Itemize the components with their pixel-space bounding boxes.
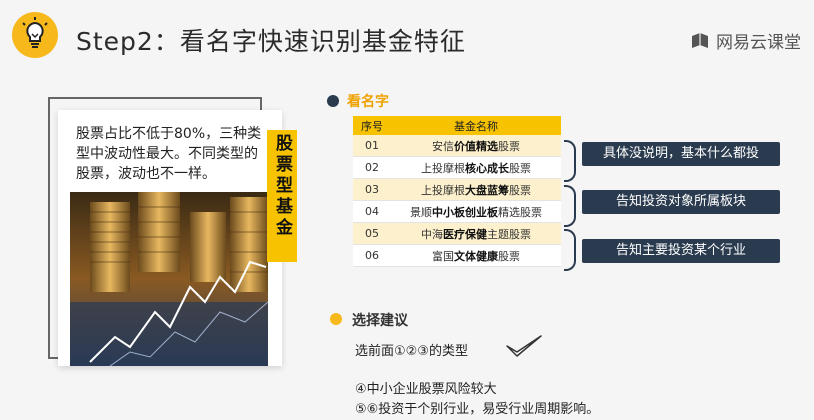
fund-table: 序号 基金名称 01 安信价值精选股票 02 上投摩根核心成长股票 03 上投摩…	[353, 116, 561, 267]
row-index: 04	[353, 200, 391, 223]
table-row: 01 安信价值精选股票	[353, 135, 561, 157]
advice-line-3: ⑤⑥投资于个别行业，易受行业周期影响。	[355, 402, 600, 417]
group-bracket-1	[564, 140, 576, 182]
row-index: 02	[353, 156, 391, 179]
brand-logo: 网易云课堂	[690, 28, 801, 53]
slide-title: Step2：看名字快速识别基金特征	[76, 27, 466, 56]
row-index: 03	[353, 178, 391, 201]
section-title-advice: 选择建议	[352, 313, 408, 329]
advice-line-1: 选前面①②③的类型	[355, 344, 468, 359]
row-index: 01	[353, 135, 391, 157]
table-row: 05 中海医疗保健主题股票	[353, 222, 561, 245]
table-row: 03 上投摩根大盘蓝筹股票	[353, 178, 561, 201]
checkmark-icon	[506, 335, 542, 357]
callout-1: 具体没说明，基本什么都投	[582, 142, 780, 166]
section-bullet	[330, 313, 342, 325]
fund-name: 上投摩根核心成长股票	[391, 156, 561, 179]
book-icon	[692, 32, 708, 48]
section-title-names: 看名字	[347, 94, 389, 110]
fund-name: 富国文体健康股票	[391, 244, 561, 267]
fund-name: 中海医疗保健主题股票	[391, 222, 561, 245]
fund-name: 安信价值精选股票	[391, 135, 561, 157]
table-row: 02 上投摩根核心成长股票	[353, 156, 561, 179]
fund-name: 景顺中小板创业板精选股票	[391, 200, 561, 223]
coins-chart-image	[70, 192, 268, 366]
table-row: 04 景顺中小板创业板精选股票	[353, 200, 561, 223]
row-index: 06	[353, 244, 391, 267]
fund-type-tag: 股票型基金	[267, 130, 297, 262]
row-index: 05	[353, 222, 391, 245]
column-header-index: 序号	[353, 116, 391, 135]
table-row: 06 富国文体健康股票	[353, 244, 561, 267]
group-bracket-2	[564, 185, 576, 227]
group-bracket-3	[564, 229, 576, 271]
fund-name: 上投摩根大盘蓝筹股票	[391, 178, 561, 201]
brand-name: 网易云课堂	[716, 33, 801, 53]
callout-3: 告知主要投资某个行业	[582, 239, 780, 263]
fund-type-label: 股票型基金	[272, 134, 292, 239]
section-bullet	[327, 95, 339, 107]
table-header-row: 序号 基金名称	[353, 116, 561, 135]
card-description: 股票占比不低于80%，三种类型中波动性最大。不同类型的股票，波动也不一样。	[76, 126, 262, 182]
callout-2: 告知投资对象所属板块	[582, 190, 780, 214]
slide: Step2：看名字快速识别基金特征 网易云课堂 股票占比不低于80%，三种类型中…	[0, 0, 814, 420]
column-header-name: 基金名称	[391, 116, 561, 135]
lightbulb-icon	[12, 12, 58, 58]
advice-line-2: ④中小企业股票风险较大	[355, 382, 497, 397]
